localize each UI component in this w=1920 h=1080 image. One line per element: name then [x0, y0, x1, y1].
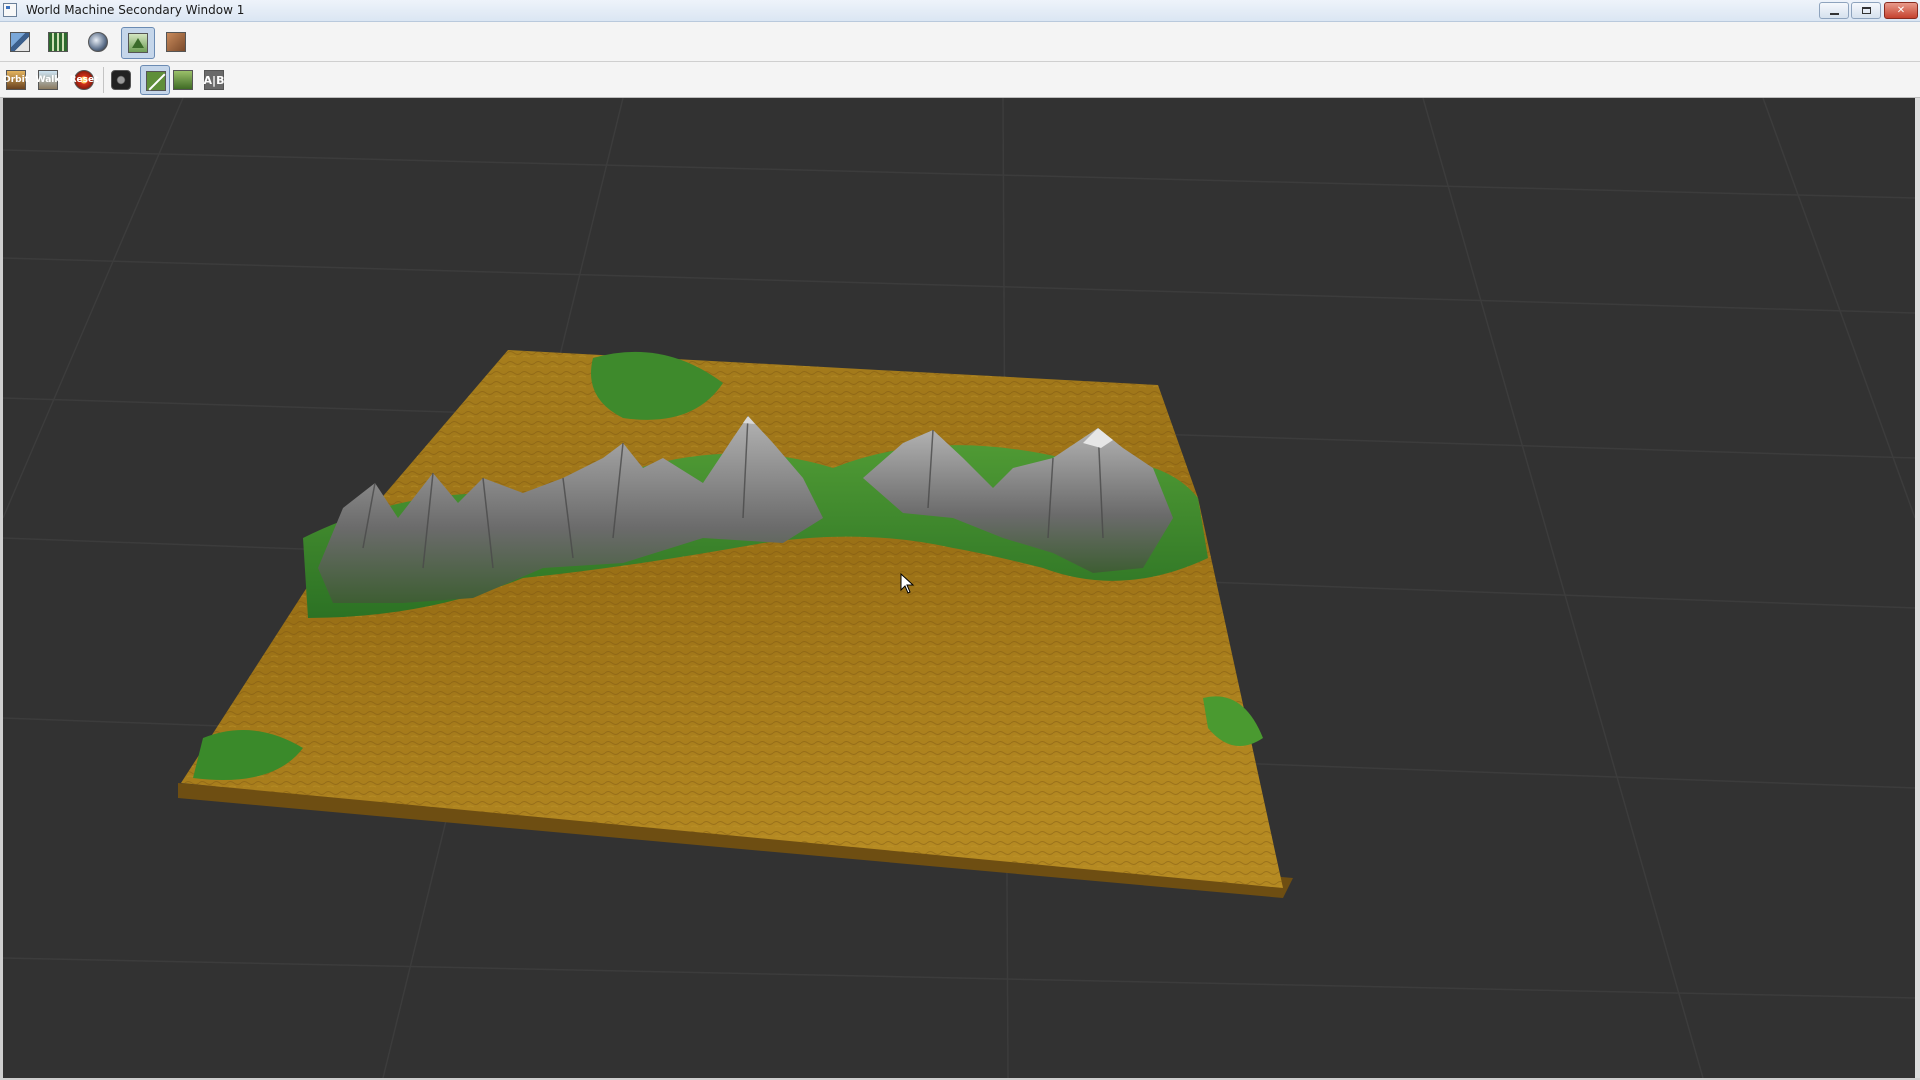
orbit-label: Orbit — [3, 74, 29, 85]
device-view-button[interactable] — [7, 29, 33, 55]
camera-button[interactable] — [108, 67, 134, 93]
layout-view-icon — [48, 32, 68, 52]
line-button[interactable] — [140, 65, 170, 95]
toolbar-separator — [103, 67, 104, 93]
camera-icon — [111, 70, 131, 90]
maximize-button[interactable] — [1851, 2, 1881, 19]
restore-icon — [1861, 7, 1871, 14]
close-button[interactable]: ✕ — [1884, 2, 1918, 19]
reset-icon: Reset — [69, 70, 99, 90]
window-title: World Machine Secondary Window 1 — [26, 3, 245, 17]
3d-preview-icon — [128, 33, 148, 53]
world-view-icon — [88, 32, 108, 52]
walk-icon: Walk — [35, 70, 61, 90]
title-bar: World Machine Secondary Window 1 ✕ — [0, 0, 1920, 22]
camera-toolbar: Orbit Walk Reset A|B — [0, 62, 1920, 98]
minimize-button[interactable] — [1819, 2, 1849, 19]
ab-button[interactable]: A|B — [201, 67, 227, 93]
line-icon — [146, 71, 166, 91]
terrain-preview[interactable] — [3, 98, 1915, 1078]
orbit-button[interactable]: Orbit — [3, 67, 29, 93]
world-view-button[interactable] — [85, 29, 111, 55]
walk-button[interactable]: Walk — [35, 67, 61, 93]
reset-label: Reset — [69, 74, 99, 85]
3d-viewport[interactable] — [3, 98, 1915, 1078]
reset-button[interactable]: Reset — [69, 67, 99, 93]
ab-compare-icon: A|B — [204, 70, 224, 90]
window-border-right — [1915, 98, 1920, 1080]
walk-label: Walk — [35, 74, 61, 85]
minimize-icon — [1829, 12, 1839, 15]
help-icon — [173, 70, 193, 90]
close-icon: ✕ — [1896, 5, 1906, 16]
view-toolbar — [0, 22, 1920, 62]
render-view-icon — [166, 32, 186, 52]
help-button[interactable] — [170, 67, 196, 93]
device-view-icon — [10, 32, 30, 52]
app-icon[interactable] — [3, 3, 17, 17]
render-view-button[interactable] — [163, 29, 189, 55]
orbit-icon: Orbit — [3, 70, 29, 90]
ab-label: A|B — [203, 73, 225, 87]
3d-preview-button[interactable] — [121, 27, 155, 59]
layout-view-button[interactable] — [45, 29, 71, 55]
